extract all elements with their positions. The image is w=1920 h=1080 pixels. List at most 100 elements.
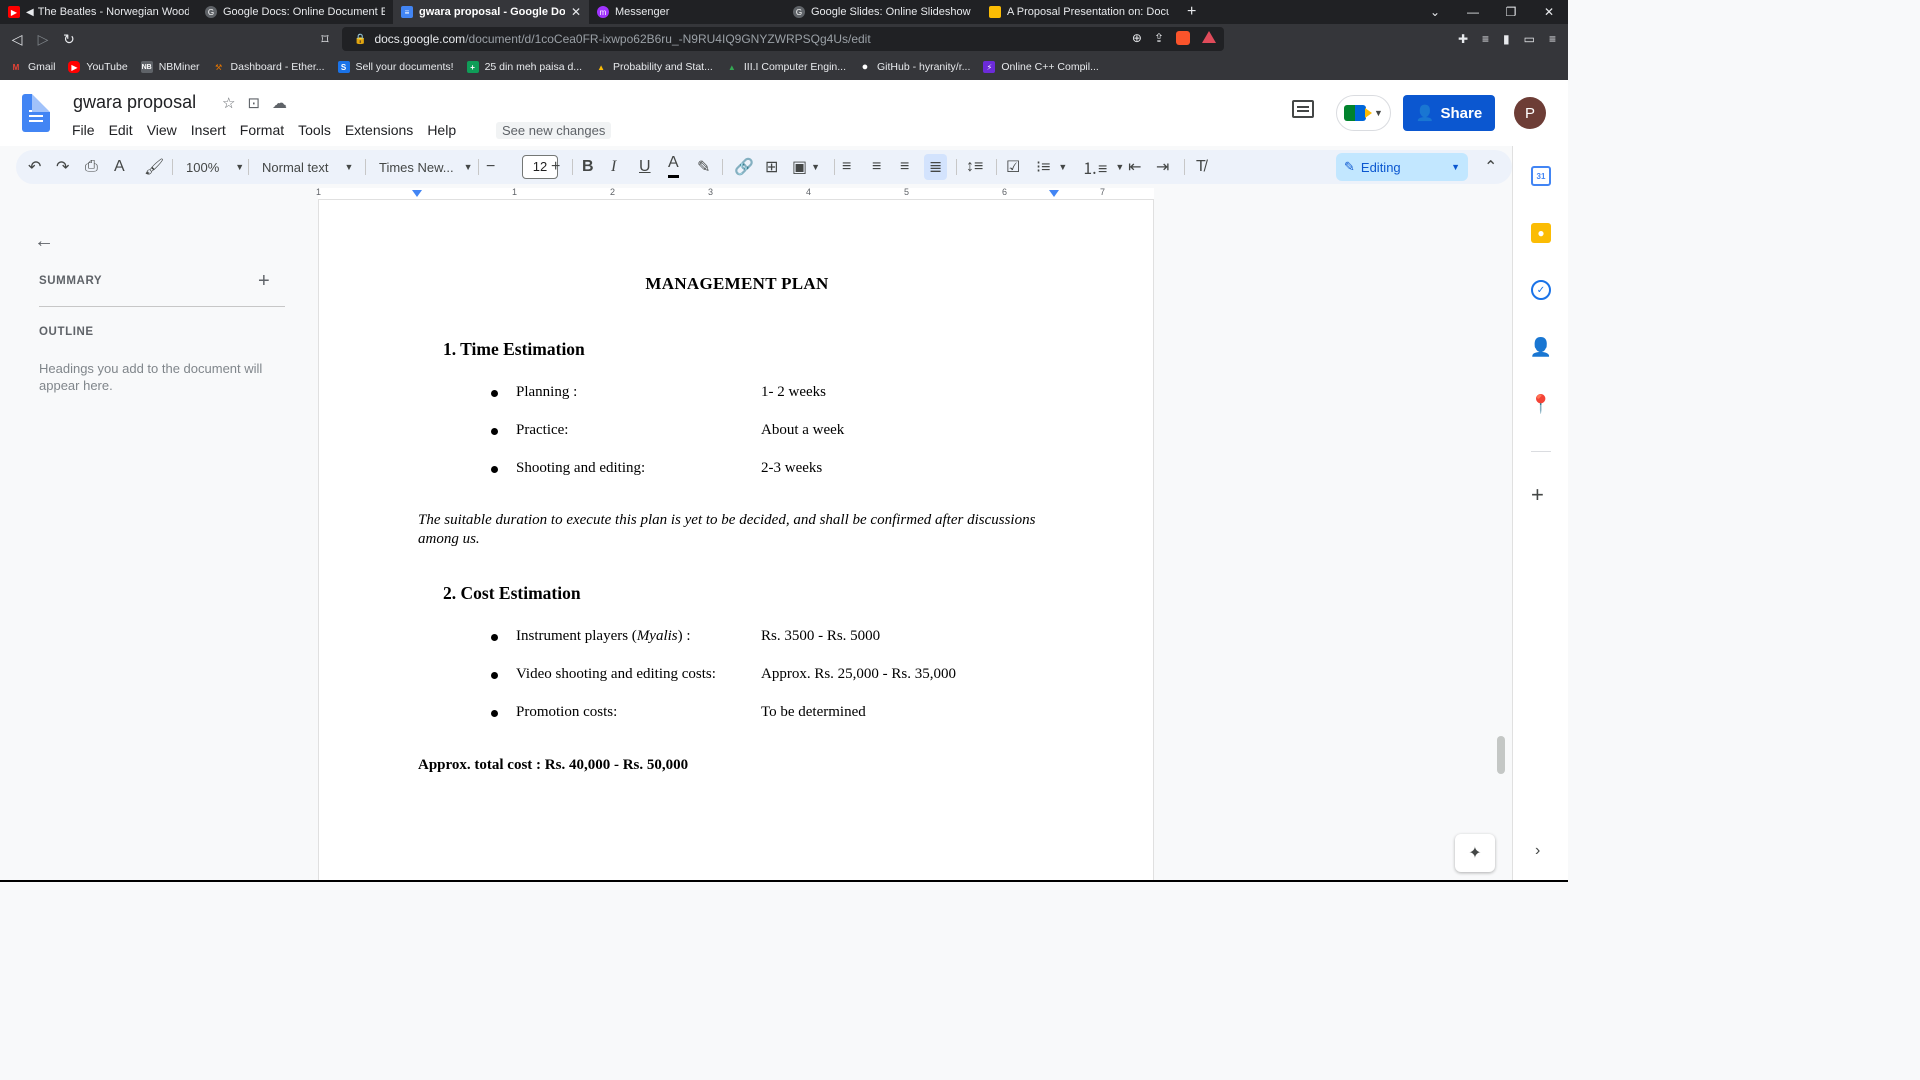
meet-button[interactable]: ▼ [1336,95,1391,131]
see-new-changes-button[interactable]: See new changes [496,122,612,139]
menu-format[interactable]: Format [240,122,284,138]
editing-mode-select[interactable]: ✎ Editing ▼ [1336,153,1468,181]
document-title[interactable]: gwara proposal [73,92,196,113]
style-select[interactable]: Normal text ▼ [262,150,353,184]
move-folder-icon[interactable]: ⊡ [247,94,260,112]
add-comment-icon[interactable]: ⊞ [765,150,778,184]
contacts-icon[interactable]: 👤 [1530,337,1552,357]
italic-icon[interactable]: I [611,150,616,184]
increase-font-size-icon[interactable]: + [551,150,560,184]
ruler[interactable]: 1 1 2 3 4 5 6 7 [316,187,1154,200]
restore-button[interactable]: ❐ [1492,0,1530,24]
tasks-icon[interactable]: ✓ [1531,280,1551,300]
brave-rewards-icon[interactable] [1202,31,1216,43]
sidebar-icon[interactable]: ▮ [1503,32,1510,46]
forward-icon[interactable]: ▷ [30,31,56,48]
right-indent-marker[interactable] [1049,190,1059,197]
print-icon[interactable]: ⎙ [85,150,98,184]
brave-shields-icon[interactable] [1176,31,1190,45]
vertical-scrollbar[interactable] [1497,736,1505,774]
align-left-icon[interactable]: ≡ [842,150,851,184]
underline-icon[interactable]: U [639,150,651,184]
menu-view[interactable]: View [147,122,177,138]
tab-google-docs-home[interactable]: G Google Docs: Online Document Editor [197,0,393,24]
numbered-list-icon[interactable]: ⒈≡ ▼ [1082,150,1124,184]
clear-formatting-icon[interactable]: T̸ [1196,150,1206,184]
google-docs-logo-icon[interactable] [22,94,50,132]
minimize-button[interactable]: — [1454,0,1492,24]
menu-extensions[interactable]: Extensions [345,122,413,138]
bookmark-paisa[interactable]: +25 din meh paisa d... [466,61,582,73]
close-window-button[interactable]: ✕ [1530,0,1568,24]
bookmark-ethermine[interactable]: ⚒ Dashboard - Ether... [213,61,325,73]
close-tab-icon[interactable]: ✕ [571,5,581,19]
reload-icon[interactable]: ↻ [56,31,82,48]
avatar[interactable]: P [1514,97,1546,129]
explore-icon[interactable]: ✦ [1455,834,1495,872]
paint-format-icon[interactable]: 🖌 [144,150,164,184]
bookmark-github[interactable]: ● GitHub - hyranity/r... [859,61,971,73]
keep-icon[interactable]: ● [1531,223,1551,243]
menu-icon[interactable]: ≡ [1549,32,1556,46]
line-spacing-icon[interactable]: ↕≡ [966,150,983,184]
calendar-icon[interactable]: 31 [1531,166,1551,186]
close-outline-arrow-icon[interactable]: ← [34,230,54,253]
document-page[interactable]: MANAGEMENT PLAN 1. Time Estimation Plann… [318,200,1154,882]
zoom-select[interactable]: 100% ▼ [186,150,244,184]
bookmark-probability[interactable]: ▲ Probability and Stat... [595,61,713,73]
checklist-icon[interactable]: ☑ [1006,150,1020,184]
spellcheck-icon[interactable]: A [114,150,125,184]
redo-icon[interactable]: ↷ [56,150,69,184]
address-bar[interactable]: 🔒 docs.google.com/document/d/1coCea0FR-i… [342,27,1224,51]
decrease-font-size-icon[interactable]: − [486,150,495,184]
new-tab-button[interactable]: + [1177,0,1206,24]
font-select[interactable]: Times New... ▼ [379,150,473,184]
bookmark-nbminer[interactable]: NB NBMiner [140,61,200,73]
text-color-icon[interactable]: A [668,150,679,178]
get-addons-icon[interactable]: + [1531,482,1544,508]
tab-messenger[interactable]: m Messenger [589,0,785,24]
comment-history-icon[interactable] [1292,100,1314,118]
star-icon[interactable]: ☆ [222,94,235,112]
menu-tools[interactable]: Tools [298,122,331,138]
wallet-icon[interactable]: ▭ [1524,32,1535,46]
increase-indent-icon[interactable]: ⇥ [1156,150,1169,184]
show-side-panel-icon[interactable]: › [1535,842,1540,860]
tab-google-slides[interactable]: G Google Slides: Online Slideshow Maker [785,0,981,24]
share-page-icon[interactable]: ⇪ [1154,31,1164,45]
bookmark-youtube[interactable]: ▶ YouTube [68,61,128,73]
tab-beatles[interactable]: ▶ ◀ The Beatles - Norwegian Wood (Th [0,0,197,24]
tab-search-icon[interactable]: ⌄ [1416,0,1454,24]
bookmark-sell-documents[interactable]: S Sell your documents! [337,61,454,73]
decrease-indent-icon[interactable]: ⇤ [1128,150,1141,184]
align-right-icon[interactable]: ≡ [900,150,909,184]
menu-insert[interactable]: Insert [191,122,226,138]
highlight-icon[interactable]: ✎ [697,150,710,184]
bookmark-computer-engineering[interactable]: ▲ III.I Computer Engin... [726,61,846,73]
extensions-icon[interactable]: ✚ [1458,32,1468,46]
bookmark-gmail[interactable]: M Gmail [10,61,56,73]
tab-gwara-proposal[interactable]: ≡ gwara proposal - Google Docs ✕ [393,0,589,24]
bulleted-list-icon[interactable]: ⁝≡ ▼ [1036,150,1067,184]
collapse-menus-icon[interactable]: ⌃ [1484,150,1497,184]
add-summary-icon[interactable]: + [258,270,270,293]
menu-file[interactable]: File [72,122,95,138]
left-indent-marker[interactable] [412,190,422,197]
bookmark-icon[interactable]: ⌑ [312,31,338,48]
menu-help[interactable]: Help [427,122,456,138]
menu-edit[interactable]: Edit [109,122,133,138]
insert-image-icon[interactable]: ▣ ▼ [792,150,820,184]
tab-proposal-presentation[interactable]: A Proposal Presentation on: Document [981,0,1177,24]
link-icon[interactable]: 🔗 [734,150,754,184]
bold-icon[interactable]: B [582,150,594,184]
justify-icon[interactable]: ≣ [924,154,948,180]
cloud-status-icon[interactable]: ☁ [272,94,287,112]
share-button[interactable]: 👤 Share [1403,95,1495,131]
align-center-icon[interactable]: ≡ [872,150,881,184]
back-icon[interactable]: ◁ [4,31,30,48]
bookmark-online-cpp[interactable]: ⚡ Online C++ Compil... [983,61,1099,73]
maps-icon[interactable]: 📍 [1530,394,1552,414]
playlist-icon[interactable]: ≡ [1482,32,1489,46]
undo-icon[interactable]: ↶ [28,150,41,184]
zoom-icon[interactable]: ⊕ [1132,31,1142,45]
